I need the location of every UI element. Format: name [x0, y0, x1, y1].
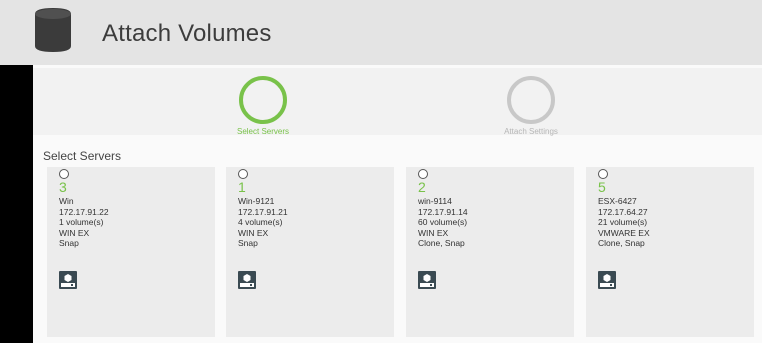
server-count: 1 — [238, 179, 246, 195]
step-circle — [239, 76, 287, 124]
server-icon — [418, 271, 436, 289]
server-volumes: 1 volume(s) — [59, 217, 104, 227]
server-radio[interactable] — [238, 169, 248, 179]
server-radio[interactable] — [59, 169, 69, 179]
server-name: Win — [59, 196, 74, 206]
server-card[interactable]: 3 Win 172.17.91.22 1 volume(s) WIN EX Sn… — [47, 167, 215, 337]
server-card[interactable]: 2 win-9114 172.17.91.14 60 volume(s) WIN… — [406, 167, 574, 337]
server-name: ESX-6427 — [598, 196, 637, 206]
step-circle — [507, 76, 555, 124]
server-ip: 172.17.91.21 — [238, 206, 288, 217]
server-os: VMWARE EX — [598, 227, 650, 238]
step-select-servers[interactable]: Select Servers — [203, 76, 323, 136]
server-name: Win-9121 — [238, 196, 275, 206]
page-title: Attach Volumes — [102, 20, 272, 47]
server-radio[interactable] — [418, 169, 428, 179]
server-ip: 172.17.91.22 — [59, 206, 109, 217]
server-name: win-9114 — [418, 196, 452, 206]
server-features: Clone, Snap — [418, 238, 465, 248]
server-ip: 172.17.64.27 — [598, 206, 648, 217]
server-features: Clone, Snap — [598, 238, 645, 248]
server-features: Snap — [59, 238, 79, 248]
wizard-steps: Select Servers Attach Settings — [33, 68, 762, 136]
step-label: Attach Settings — [504, 127, 558, 136]
server-volumes: 21 volume(s) — [598, 217, 648, 227]
server-os: WIN EX — [59, 227, 90, 238]
server-os: WIN EX — [238, 227, 269, 238]
server-os: WIN EX — [418, 227, 449, 238]
step-attach-settings[interactable]: Attach Settings — [471, 76, 591, 136]
server-card[interactable]: 1 Win-9121 172.17.91.21 4 volume(s) WIN … — [226, 167, 394, 337]
section-title: Select Servers — [43, 149, 122, 163]
server-icon — [59, 271, 77, 289]
server-volumes: 4 volume(s) — [238, 217, 283, 227]
server-radio[interactable] — [598, 169, 608, 179]
server-card[interactable]: 5 ESX-6427 172.17.64.27 21 volume(s) VMW… — [586, 167, 754, 337]
server-count: 5 — [598, 179, 606, 195]
server-volumes: 60 volume(s) — [418, 217, 468, 227]
page-header: Attach Volumes — [0, 0, 762, 65]
server-ip: 172.17.91.14 — [418, 206, 468, 217]
server-count: 3 — [59, 179, 67, 195]
server-icon — [598, 271, 616, 289]
server-icon — [238, 271, 256, 289]
main-panel: Select Servers Attach Settings Select Se… — [33, 65, 762, 343]
database-icon — [35, 8, 71, 52]
server-count: 2 — [418, 179, 426, 195]
step-label: Select Servers — [236, 127, 290, 136]
server-features: Snap — [238, 238, 258, 248]
